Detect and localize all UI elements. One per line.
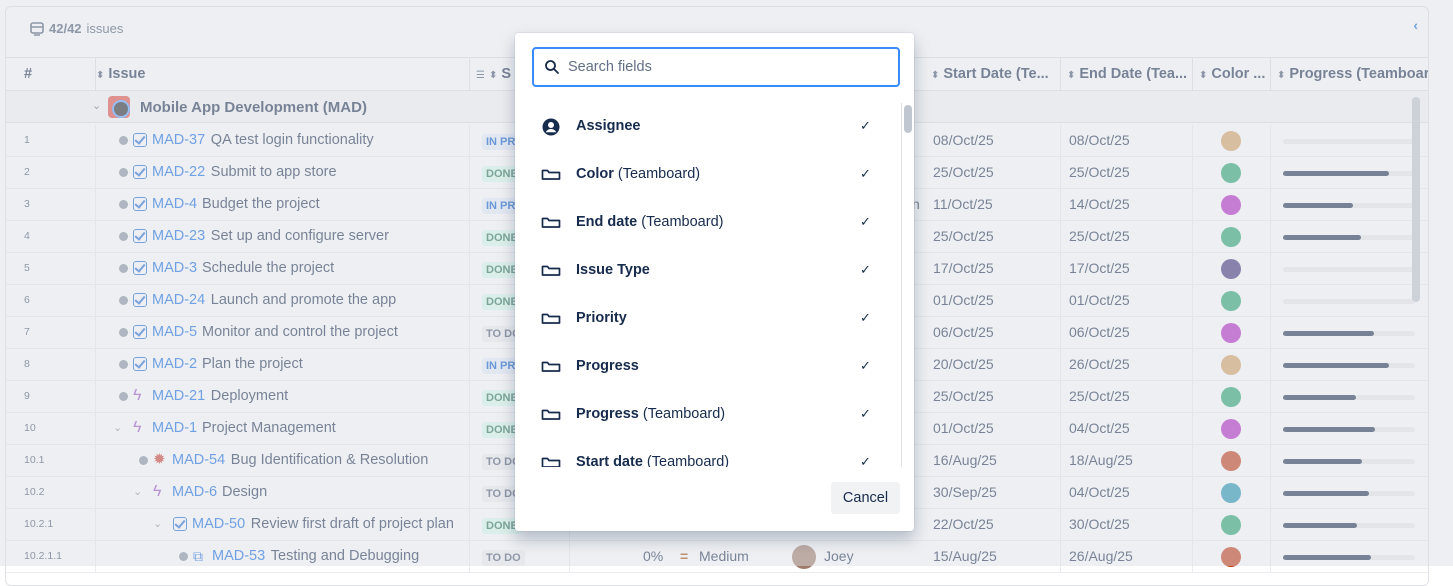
search-field[interactable] xyxy=(532,47,900,87)
field-suffix: (Teamboard) xyxy=(641,214,724,230)
checkmark-icon: ✓ xyxy=(860,262,871,277)
field-icon xyxy=(541,169,561,180)
field-option[interactable]: Start date (Teamboard) ✓ xyxy=(515,439,899,467)
field-option-label: Assignee xyxy=(576,118,640,134)
field-picker-dialog: Assignee ✓ Color (Teamboard) ✓ End date … xyxy=(515,33,914,531)
field-name: Assignee xyxy=(576,118,641,134)
field-list-scroll-track xyxy=(901,103,902,467)
checkmark-icon: ✓ xyxy=(860,358,871,373)
field-option[interactable]: Color (Teamboard) ✓ xyxy=(515,151,899,199)
field-name: Priority xyxy=(576,310,627,326)
field-icon xyxy=(541,313,561,324)
cancel-button[interactable]: Cancel xyxy=(831,482,900,514)
field-option-label: Priority xyxy=(576,310,627,326)
checkmark-icon: ✓ xyxy=(860,406,871,421)
field-name: Color xyxy=(576,166,614,182)
field-icon xyxy=(541,217,561,228)
field-option-label: End date (Teamboard) xyxy=(576,214,723,230)
field-option[interactable]: Issue Type ✓ xyxy=(515,247,899,295)
field-suffix: (Teamboard) xyxy=(642,406,726,422)
field-suffix: (Teamboard) xyxy=(617,166,701,182)
checkmark-icon: ✓ xyxy=(860,118,871,133)
field-option[interactable]: Assignee ✓ xyxy=(515,103,899,151)
field-option-label: Start date (Teamboard) xyxy=(576,454,729,467)
search-input[interactable] xyxy=(568,55,888,79)
checkmark-icon: ✓ xyxy=(860,454,871,467)
field-option[interactable]: Priority ✓ xyxy=(515,295,899,343)
search-icon xyxy=(545,60,559,74)
person-icon xyxy=(542,118,560,136)
field-name: Issue Type xyxy=(576,262,650,278)
checkmark-icon: ✓ xyxy=(860,166,871,181)
field-option[interactable]: End date (Teamboard) ✓ xyxy=(515,199,899,247)
checkmark-icon: ✓ xyxy=(860,310,871,325)
field-option-label: Issue Type xyxy=(576,262,650,278)
field-name: Progress xyxy=(576,406,639,422)
field-icon xyxy=(541,265,561,276)
field-name: Start date xyxy=(576,454,643,467)
field-name: Progress xyxy=(576,358,639,374)
field-icon xyxy=(541,361,561,372)
checkmark-icon: ✓ xyxy=(860,214,871,229)
field-suffix: (Teamboard) xyxy=(646,454,730,467)
field-list: Assignee ✓ Color (Teamboard) ✓ End date … xyxy=(515,103,899,467)
field-icon xyxy=(541,457,561,467)
app-root: 42/42 issues ‹ # ⬍ Issue ☰ ⬍ S ⬍ Start Date … xyxy=(0,0,1453,586)
field-list-scrollbar[interactable] xyxy=(904,105,912,133)
field-name: End date xyxy=(576,214,638,230)
field-option[interactable]: Progress (Teamboard) ✓ xyxy=(515,391,899,439)
field-option-label: Progress xyxy=(576,358,639,374)
field-option-label: Progress (Teamboard) xyxy=(576,406,725,422)
field-option[interactable]: Progress ✓ xyxy=(515,343,899,391)
field-icon xyxy=(541,409,561,420)
field-option-label: Color (Teamboard) xyxy=(576,166,700,182)
